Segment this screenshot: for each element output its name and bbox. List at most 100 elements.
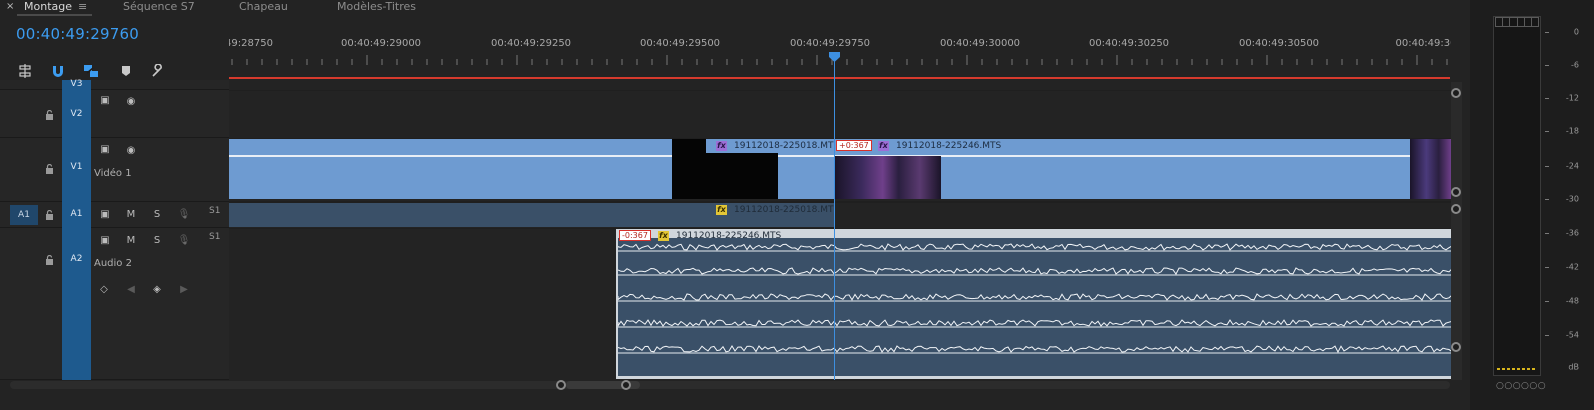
scroll-knob[interactable] [1451,204,1461,214]
next-keyframe-icon[interactable]: ▶ [177,284,191,296]
sync-label-a2: S1 [209,232,221,242]
db-tick [1545,32,1549,33]
tab-menu-icon[interactable]: ≡ [78,0,87,13]
playhead-line[interactable] [834,56,835,380]
settings-wrench-icon[interactable] [150,64,166,78]
tab-chapeau[interactable]: Chapeau [239,0,288,13]
solo-button[interactable]: S [150,209,164,221]
db-label: -6 [1571,60,1579,70]
track-target-a1[interactable]: A1 [62,202,91,228]
microphone-icon[interactable]: 🎙 [177,209,191,221]
db-tick [1545,233,1549,234]
scroll-knob[interactable] [1451,187,1461,197]
timeline-tracks[interactable]: fx 19112018-225018.MTS [V] +0:367 fx 191… [229,80,1451,380]
render-bar [229,77,1450,79]
db-scale: 0 -6 -12 -18 -24 -30 -36 -42 -48 -54 dB [1545,0,1585,400]
ruler-ticks [231,55,1448,65]
video-clip[interactable]: +0:367 fx 19112018-225246.MTS [835,139,1451,199]
track-target-a2[interactable]: A2 [62,228,91,380]
ruler-label: 00:40:49:29500 [639,38,721,49]
add-marker-icon[interactable] [118,64,134,78]
solo-button[interactable]: S [150,235,164,247]
db-tick [1545,65,1549,66]
insert-nest-icon[interactable] [17,64,33,78]
audio-clip[interactable]: fx 19112018-225018.MTS [A] [229,203,835,227]
video-clip[interactable]: fx 19112018-225018.MTS [V] [229,139,835,199]
vertical-scrollbar[interactable] [1451,82,1462,380]
clip-name: 19112018-225018.MTS [V] [734,141,835,151]
video-thumbnail [1410,139,1451,199]
toggle-sync-lock-icon[interactable]: ▣ [98,144,112,156]
close-tab-icon[interactable]: × [6,0,14,13]
tab-modeles-titres[interactable]: Modèles-Titres [337,0,416,13]
time-ruler[interactable]: 49:28750 00:40:49:29000 00:40:49:29250 0… [229,33,1451,83]
track-target-v1[interactable]: V1 [62,138,91,202]
sync-offset-badge: +0:367 [836,140,872,151]
track-name-a2[interactable]: Audio 2 [94,258,132,269]
video-thumbnail [835,156,941,199]
clip-name: 19112018-225246.MTS [896,141,1002,151]
track-name-v1[interactable]: Vidéo 1 [94,168,132,179]
lock-icon[interactable] [45,164,54,174]
eye-icon[interactable]: ◉ [124,145,138,157]
ruler-label: 00:40:49:30 [1395,38,1451,49]
lock-icon[interactable] [45,255,54,265]
lock-icon[interactable] [45,110,54,120]
toggle-sync-lock-icon[interactable]: ▣ [98,95,112,107]
track-target-v3[interactable]: V3 [62,79,91,90]
keyframe-icon[interactable]: ◈ [150,284,164,296]
track-header-v1: V1 ▣ ◉ Vidéo 1 [0,138,229,202]
eye-icon[interactable]: ◉ [124,96,138,108]
zoom-handle-left[interactable] [556,380,566,390]
toggle-sync-lock-icon[interactable]: ▣ [98,209,112,221]
microphone-icon[interactable]: 🎙 [177,235,191,247]
scroll-knob[interactable] [1451,342,1461,352]
track-header-a1: A1 A1 ▣ M S 🎙 S1 [0,202,229,228]
add-keyframe-icon[interactable]: ◇ [97,284,111,296]
lane-v3 [229,80,1451,90]
linked-selection-icon[interactable] [83,64,99,78]
db-tick [1545,335,1549,336]
audio-clip[interactable]: -0:367 fx 19112018-225246.MTS [616,229,1451,379]
db-tick [1545,267,1549,268]
db-label: -42 [1565,262,1579,272]
mute-button[interactable]: M [124,235,138,247]
zoom-handle-right[interactable] [621,380,631,390]
fx-badge[interactable]: fx [716,205,727,215]
tab-montage[interactable]: Montage [24,0,72,13]
waveform-channel [618,345,1451,354]
source-patch-a1[interactable]: A1 [10,205,38,225]
mute-button[interactable]: M [124,209,138,221]
ruler-label: 00:40:49:30000 [939,38,1021,49]
ruler-label: 00:40:49:30250 [1088,38,1170,49]
db-tick [1545,199,1549,200]
track-target-v2[interactable]: V2 [62,90,91,138]
scroll-knob[interactable] [1451,88,1461,98]
track-header-a2: A2 ▣ M S 🎙 S1 Audio 2 ◇ ◀ ◈ ▶ [0,228,229,380]
previous-keyframe-icon[interactable]: ◀ [124,284,138,296]
meter-channel [1493,16,1541,376]
toggle-sync-lock-icon[interactable]: ▣ [98,235,112,247]
waveform-channel [618,243,1451,251]
fx-badge[interactable]: fx [878,141,889,151]
lock-icon[interactable] [45,210,54,220]
db-label: -48 [1565,296,1579,306]
clip-name: 19112018-225018.MTS [A] [734,205,835,215]
db-tick [1545,166,1549,167]
horizontal-scrollbar[interactable] [10,380,1450,390]
playhead-timecode[interactable]: 00:40:49:29760 [16,25,139,43]
sequence-tab-bar: × Montage ≡ Séquence S7 Chapeau Modèles-… [0,0,1470,16]
peak-indicators[interactable] [1495,17,1539,27]
audio-meter: 0 -6 -12 -18 -24 -30 -36 -42 -48 -54 dB … [1477,0,1594,410]
db-label: -24 [1565,161,1579,171]
fx-badge[interactable]: fx [716,141,727,151]
db-label: -18 [1565,126,1579,136]
snap-magnet-icon[interactable] [50,64,66,78]
solo-buttons[interactable]: ○○○○○○ [1496,381,1546,391]
ruler-label: 00:40:49:30500 [1238,38,1320,49]
lane-v2 [229,91,1451,138]
ruler-label: 00:40:49:29750 [789,38,871,49]
db-label: -54 [1565,330,1579,340]
meter-level [1497,368,1537,370]
tab-sequence-s7[interactable]: Séquence S7 [123,0,195,13]
